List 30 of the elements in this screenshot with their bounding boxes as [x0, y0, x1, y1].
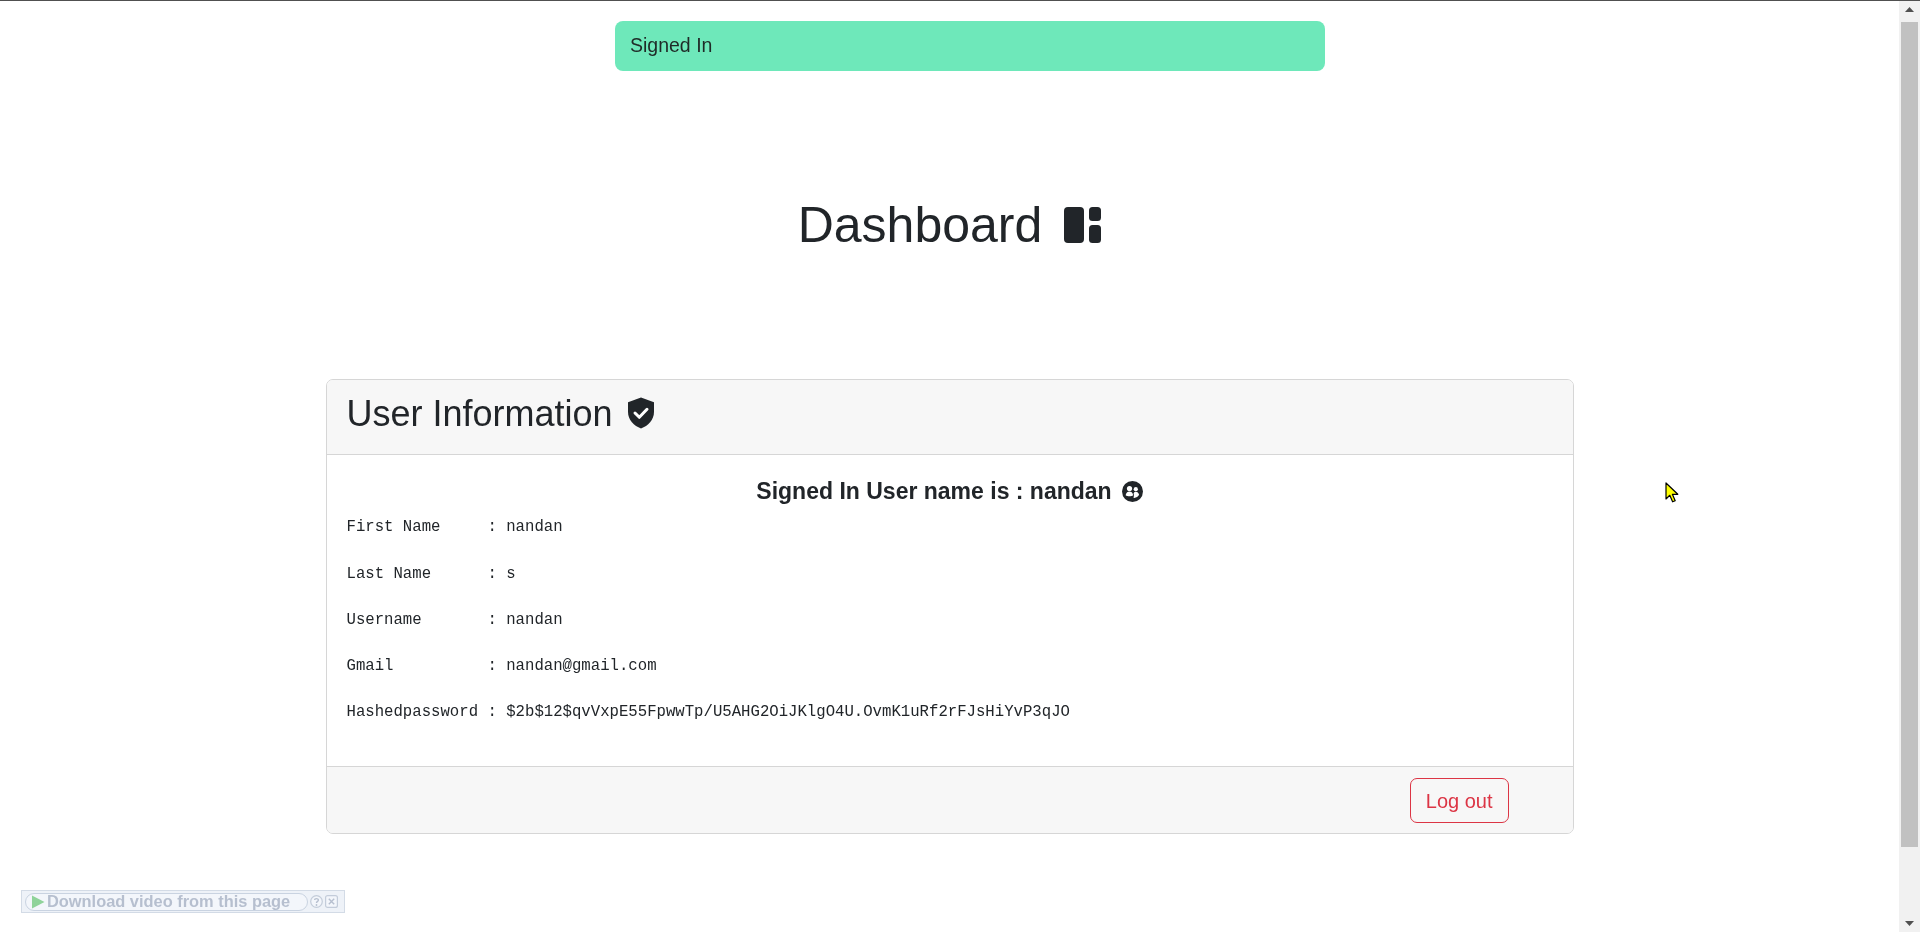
field-label: Gmail — [346, 656, 395, 678]
caret-down-icon[interactable] — [1905, 921, 1914, 926]
field-separator: : — [487, 656, 497, 678]
field-value: nandan@gmail.com — [506, 656, 657, 678]
close-icon[interactable] — [325, 895, 338, 908]
card-title: User Information — [346, 391, 613, 435]
field-separator: : — [487, 563, 497, 585]
field-value: s — [506, 563, 516, 585]
mouse-pointer-icon — [1665, 482, 1679, 503]
field-label: Username — [346, 609, 423, 631]
caret-up-icon[interactable] — [1905, 7, 1914, 12]
dashboard-layout-icon — [1064, 207, 1102, 243]
field-separator: : — [487, 702, 497, 724]
field-value: $2b$12$qvVxpE55FpwwTp/U5AHG2OiJKlgO4U.OvmK1uRf2rFJsHiYvP3qJO — [506, 702, 1070, 724]
scrollbar-thumb[interactable] — [1901, 22, 1918, 847]
page-title: Dashboard — [797, 196, 1043, 255]
field-value: nandan — [506, 517, 563, 539]
logout-button[interactable]: Log out — [1409, 778, 1509, 824]
people-icon — [1121, 480, 1143, 502]
help-icon[interactable] — [310, 895, 323, 908]
play-icon — [31, 894, 45, 909]
field-label: Hashedpassword — [346, 702, 480, 724]
field-label: Last Name — [346, 563, 433, 585]
field-separator: : — [487, 609, 497, 631]
field-label: First Name — [346, 517, 442, 539]
field-separator: : — [487, 517, 497, 539]
signed-in-user-heading: Signed In User name is : nandan — [756, 477, 1112, 505]
shield-check-icon — [626, 397, 655, 429]
field-value: nandan — [506, 609, 563, 631]
signed-in-alert: Signed In — [615, 21, 1325, 71]
